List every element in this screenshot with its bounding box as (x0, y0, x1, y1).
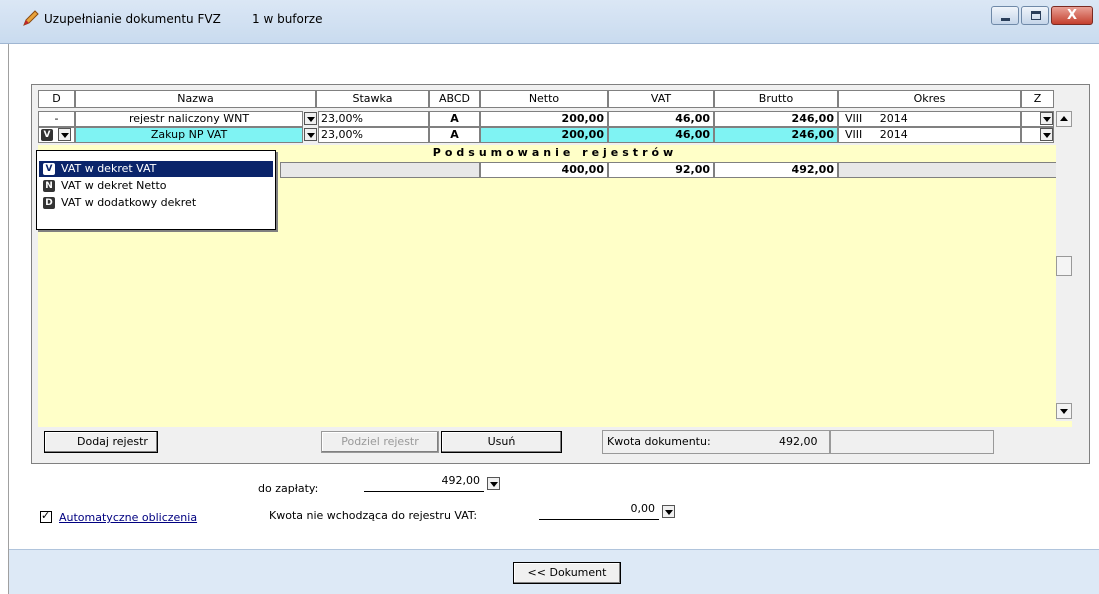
okres-month: VIII (845, 128, 863, 141)
popup-item-netto[interactable]: N VAT w dekret Netto (39, 178, 273, 194)
row-d-cell[interactable]: - (38, 111, 75, 127)
non-vat-field[interactable]: 0,00 (539, 500, 659, 520)
nazwa-dropdown-icon[interactable] (304, 112, 317, 125)
popup-item-dodatkowy[interactable]: D VAT w dodatkowy dekret (39, 195, 273, 211)
delete-register-button[interactable]: Usuń (441, 431, 562, 453)
col-header-stawka[interactable]: Stawka (316, 90, 429, 108)
register-grid: D Nazwa Stawka ABCD Netto VAT Brutto Okr… (31, 84, 1090, 464)
window-title: Uzupełnianie dokumentu FVZ (44, 12, 221, 26)
close-button[interactable]: X (1051, 6, 1093, 25)
summary-blank-cell (280, 162, 480, 178)
pen-icon (23, 10, 39, 26)
doc-amount-value: 492,00 (779, 435, 818, 448)
row-nazwa-cell[interactable]: Zakup NP VAT (75, 127, 303, 143)
non-vat-label: Kwota nie wchodząca do rejestru VAT: (269, 509, 478, 522)
row-stawka-cell[interactable]: 23,00% (318, 127, 429, 143)
okres-year: 2014 (879, 112, 908, 125)
summary-brutto: 492,00 (714, 162, 838, 178)
popup-item-label: VAT w dekret Netto (61, 179, 167, 192)
row-d-badge: V (41, 129, 53, 141)
okres-year: 2014 (879, 128, 908, 141)
n-badge-icon: N (43, 180, 55, 192)
row-netto-cell[interactable]: 200,00 (480, 111, 608, 127)
vat-mode-popup: V VAT w dekret VAT N VAT w dekret Netto … (36, 150, 276, 230)
row-nazwa-cell[interactable]: rejestr naliczony WNT (75, 111, 303, 127)
row-okres-cell[interactable]: VIII 2014 (838, 111, 1021, 127)
vertical-scrollbar[interactable] (1056, 111, 1072, 421)
maximize-button[interactable] (1021, 6, 1049, 25)
col-header-d[interactable]: D (38, 90, 75, 108)
popup-item-label: VAT w dekret VAT (61, 162, 157, 175)
nazwa-dropdown-icon[interactable] (304, 128, 317, 141)
add-register-button[interactable]: Dodaj rejestr (44, 431, 158, 453)
row-abcd-cell[interactable]: A (429, 127, 480, 143)
scroll-up-icon[interactable] (1056, 111, 1072, 127)
d-badge-icon: D (43, 197, 55, 209)
okres-dropdown-icon[interactable] (1040, 112, 1053, 125)
okres-month: VIII (845, 112, 863, 125)
title-bar: Uzupełnianie dokumentu FVZ 1 w buforze X (0, 0, 1099, 44)
doc-amount-info: Kwota dokumentu: 492,00 (602, 430, 830, 454)
split-register-button[interactable]: Podziel rejestr (321, 431, 439, 453)
okres-dropdown-icon[interactable] (1040, 128, 1053, 141)
window-client: D Nazwa Stawka ABCD Netto VAT Brutto Okr… (8, 44, 1099, 594)
v-badge-icon: V (43, 163, 55, 175)
doc-amount-label: Kwota dokumentu: (607, 435, 711, 448)
col-header-nazwa[interactable]: Nazwa (75, 90, 316, 108)
buffer-count: 1 w buforze (252, 12, 323, 26)
row-brutto-cell[interactable]: 246,00 (714, 111, 838, 127)
row-brutto-cell[interactable]: 246,00 (714, 127, 838, 143)
col-header-netto[interactable]: Netto (480, 90, 608, 108)
bottom-bar: << Dokument (9, 549, 1099, 594)
to-pay-dropdown-icon[interactable] (487, 477, 500, 490)
to-pay-field[interactable]: 492,00 (364, 472, 484, 492)
col-header-brutto[interactable]: Brutto (714, 90, 838, 108)
auto-calc-checkbox[interactable] (40, 509, 52, 523)
non-vat-dropdown-icon[interactable] (662, 505, 675, 518)
minimize-button[interactable] (991, 6, 1019, 25)
grid-button-row: Dodaj rejestr Podziel rejestr Usuń Kwota… (38, 427, 1072, 461)
document-button[interactable]: << Dokument (513, 562, 621, 584)
window-controls: X (991, 6, 1093, 25)
auto-calc-label[interactable]: Automatyczne obliczenia (59, 511, 197, 524)
row-stawka-cell[interactable]: 23,00% (318, 111, 429, 127)
col-header-okres[interactable]: Okres (838, 90, 1021, 108)
scroll-down-icon[interactable] (1056, 403, 1072, 419)
popup-item-vat[interactable]: V VAT w dekret VAT (39, 161, 273, 177)
row-netto-cell[interactable]: 200,00 (480, 127, 608, 143)
col-header-z[interactable]: Z (1021, 90, 1054, 108)
close-icon: X (1066, 8, 1078, 23)
popup-item-label: VAT w dodatkowy dekret (61, 196, 197, 209)
row-vat-cell[interactable]: 46,00 (608, 127, 714, 143)
summary-netto: 400,00 (480, 162, 608, 178)
row-okres-cell[interactable]: VIII 2014 (838, 127, 1021, 143)
info-blank-cell (830, 430, 994, 454)
maximize-icon (1031, 11, 1041, 20)
to-pay-label: do zapłaty: (258, 482, 319, 495)
col-header-vat[interactable]: VAT (608, 90, 714, 108)
row-vat-cell[interactable]: 46,00 (608, 111, 714, 127)
top-band (9, 44, 1092, 82)
col-header-abcd[interactable]: ABCD (429, 90, 480, 108)
d-dropdown-icon[interactable] (58, 128, 71, 141)
row-abcd-cell[interactable]: A (429, 111, 480, 127)
summary-vat: 92,00 (608, 162, 714, 178)
scroll-thumb[interactable] (1056, 256, 1072, 276)
summary-blank-cell (838, 162, 1060, 178)
minimize-icon (1001, 18, 1010, 21)
